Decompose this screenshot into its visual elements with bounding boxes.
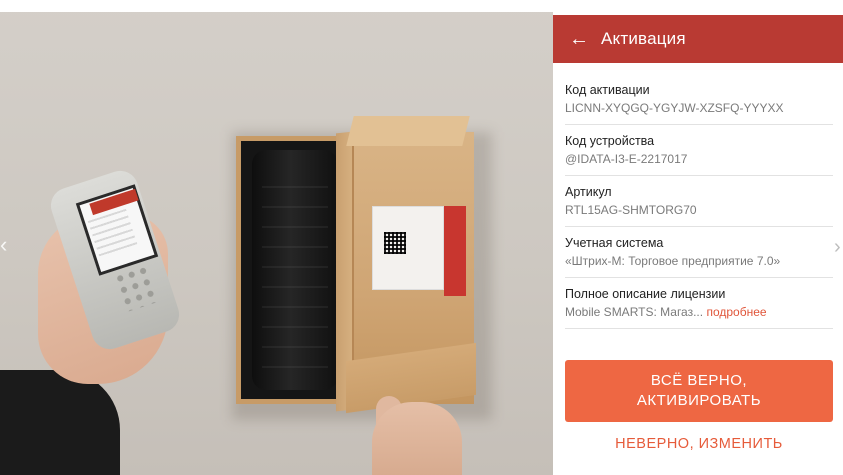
license-description-text: Mobile SMARTS: Магаз...	[565, 305, 704, 319]
qr-code-icon	[384, 232, 406, 254]
field-article[interactable]: Артикул RTL15AG-SHMTORG70	[565, 178, 833, 227]
confirm-activate-button[interactable]: ВСЁ ВЕРНО, АКТИВИРОВАТЬ	[565, 360, 833, 422]
field-accounting-system[interactable]: Учетная система «Штрих-М: Торговое предп…	[565, 229, 833, 278]
box-label-sticker	[372, 206, 444, 290]
arrow-left-icon[interactable]: ←	[559, 15, 599, 63]
field-label: Артикул	[565, 185, 612, 199]
field-value: Mobile SMARTS: Магаз... подробнее	[565, 304, 833, 321]
field-label: Полное описание лицензии	[565, 287, 726, 301]
page-title: Активация	[601, 29, 686, 48]
device-ridges	[262, 168, 328, 368]
more-details-link[interactable]: подробнее	[706, 305, 766, 319]
sleeve	[0, 370, 120, 475]
chevron-left-icon[interactable]: ‹	[0, 232, 14, 258]
field-value: RTL15AG-SHMTORG70	[565, 203, 697, 217]
field-label: Код устройства	[565, 134, 655, 148]
field-value: @IDATA-I3-E-2217017	[565, 152, 688, 166]
activation-panel: ← Активация Код активации LICNN-XYQGQ-YG…	[553, 0, 843, 475]
photo-top-margin	[0, 0, 553, 12]
chevron-right-icon[interactable]: ›	[834, 236, 841, 259]
field-license-description[interactable]: Полное описание лицензии Mobile SMARTS: …	[565, 280, 833, 329]
field-value: «Штрих-М: Торговое предприятие 7.0»	[565, 254, 781, 268]
field-value: LICNN-XYQGQ-YGYJW-XZSFQ-YYYXX	[565, 101, 784, 115]
field-activation-code[interactable]: Код активации LICNN-XYQGQ-YGYJW-XZSFQ-YY…	[565, 76, 833, 125]
field-device-code[interactable]: Код устройства @IDATA-I3-E-2217017	[565, 127, 833, 176]
license-fields: Код активации LICNN-XYQGQ-YGYJW-XZSFQ-YY…	[565, 76, 833, 329]
brand-strip	[444, 206, 466, 296]
app-bar: ← Активация	[553, 15, 843, 63]
incorrect-change-button[interactable]: НЕВЕРНО, ИЗМЕНИТЬ	[565, 430, 833, 458]
product-photo: ‹	[0, 0, 553, 475]
box-lid-top	[346, 116, 470, 146]
right-hand	[372, 402, 462, 475]
field-label: Учетная система	[565, 236, 664, 250]
field-label: Код активации	[565, 83, 650, 97]
